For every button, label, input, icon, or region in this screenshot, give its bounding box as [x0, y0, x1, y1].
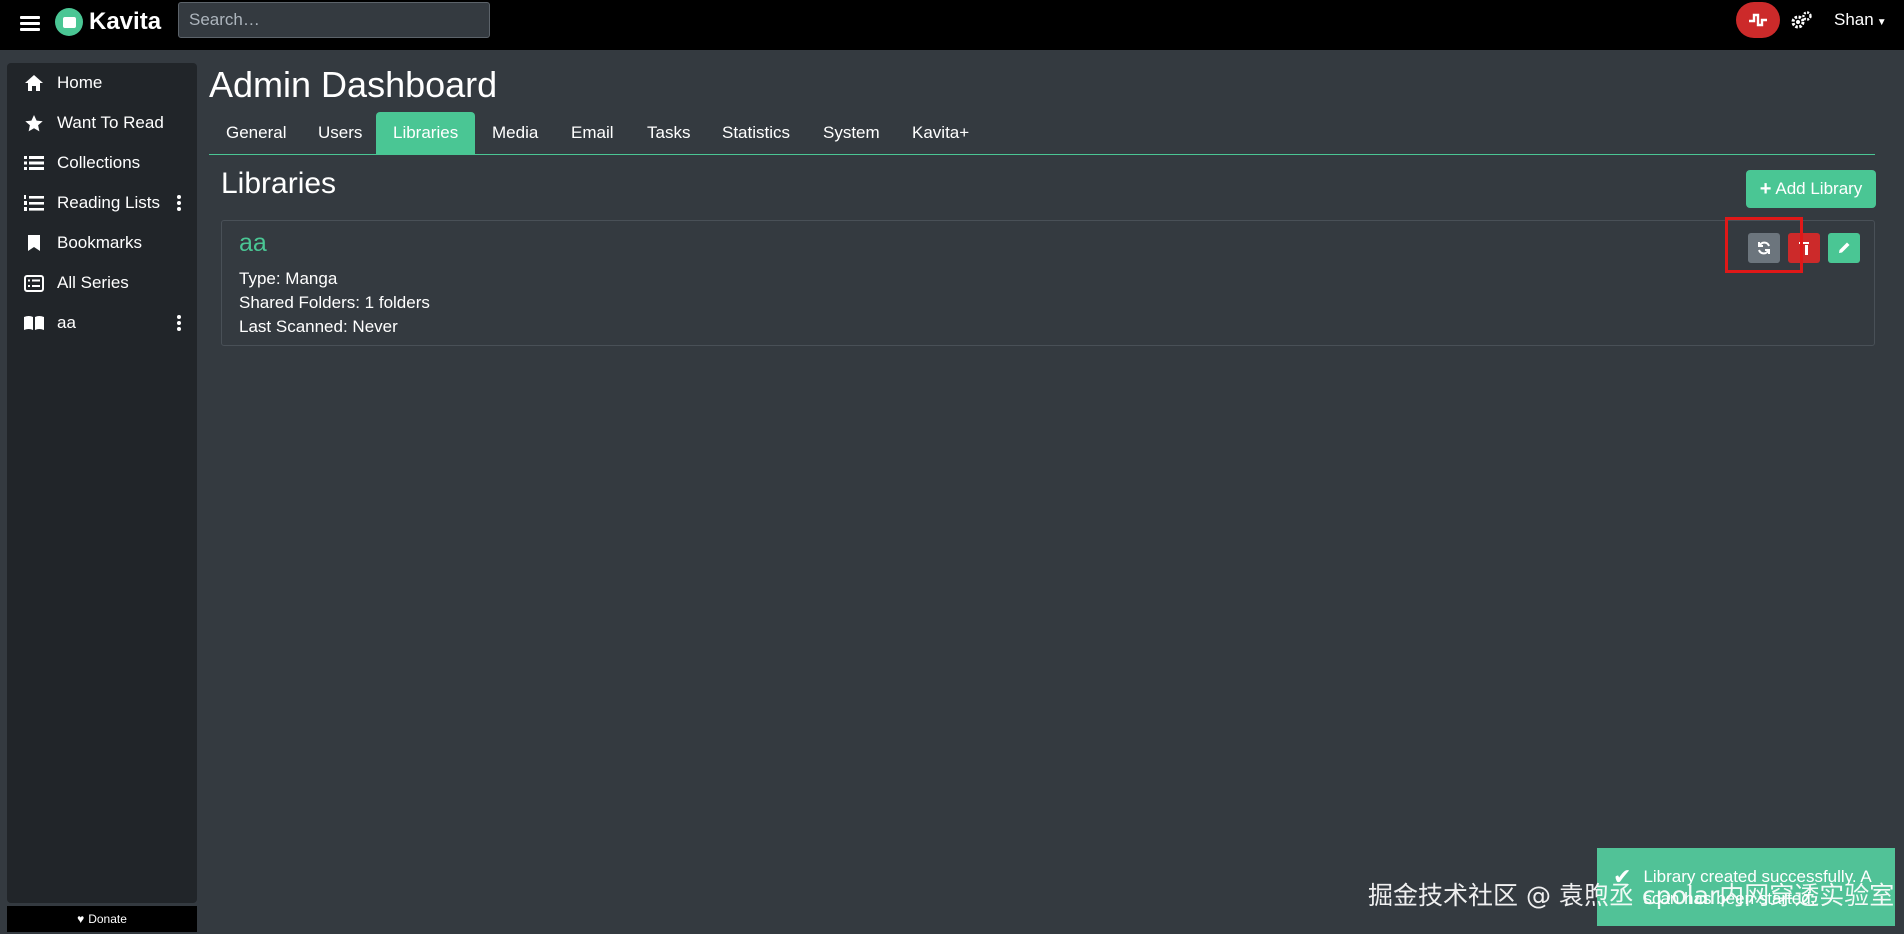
tab-libraries[interactable]: Libraries — [376, 112, 476, 154]
book-open-icon — [21, 315, 47, 331]
sidebar-item-want-to-read[interactable]: Want To Read — [7, 103, 197, 143]
tab-media[interactable]: Media — [475, 112, 555, 154]
sidebar-item-label: Reading Lists — [57, 193, 161, 212]
sidebar-item-bookmarks[interactable]: Bookmarks — [7, 223, 197, 263]
donate-button[interactable]: ♥ Donate — [7, 906, 197, 932]
admin-tabs: General Users Libraries Media Email Task… — [209, 112, 1875, 155]
library-card: aa Type: Manga Shared Folders: 1 folders… — [221, 220, 1875, 346]
user-menu-dropdown[interactable]: Shan ▼ — [1834, 10, 1887, 30]
heart-icon: ♥ — [77, 912, 85, 926]
caret-down-icon: ▼ — [1876, 17, 1887, 28]
list-icon — [21, 155, 47, 171]
page-title: Admin Dashboard — [209, 64, 498, 105]
kavita-logo-icon — [55, 8, 83, 36]
tab-kavita-plus[interactable]: Kavita+ — [895, 112, 986, 154]
add-library-button[interactable]: + Add Library — [1746, 170, 1876, 208]
tab-system[interactable]: System — [806, 112, 897, 154]
pencil-icon — [1839, 242, 1850, 253]
settings-button[interactable] — [1790, 10, 1814, 32]
tab-tasks[interactable]: Tasks — [630, 112, 707, 154]
sidebar-item-all-series[interactable]: All Series — [7, 263, 197, 303]
gears-icon — [1791, 11, 1812, 29]
list-ol-icon — [21, 195, 47, 211]
app-logo[interactable]: Kavita — [55, 8, 161, 36]
home-icon — [21, 74, 47, 92]
plus-icon: + — [1759, 177, 1772, 200]
sidebar-item-home[interactable]: Home — [7, 63, 197, 103]
user-name: Shan — [1834, 10, 1874, 29]
watermark-text: 掘金技术社区 @ 袁煦丞 cpolar内网穿透实验室 — [1368, 881, 1895, 910]
activity-pulse-icon — [1749, 13, 1767, 27]
edit-library-button[interactable] — [1828, 233, 1860, 263]
app-name: Kavita — [89, 8, 162, 35]
library-shared-folders: Shared Folders: 1 folders — [239, 293, 430, 312]
tab-statistics[interactable]: Statistics — [705, 112, 807, 154]
list-alt-icon — [21, 274, 47, 292]
star-icon — [21, 114, 47, 133]
hamburger-menu-icon[interactable] — [20, 13, 40, 33]
annotation-highlight-box — [1725, 217, 1803, 273]
sidebar-item-label: Collections — [57, 153, 141, 172]
sidebar-item-label: All Series — [57, 273, 129, 292]
section-title: Libraries — [221, 167, 337, 200]
kebab-menu-icon[interactable] — [177, 315, 181, 331]
sidebar-item-label: Home — [57, 73, 103, 92]
sidebar-item-label: aa — [57, 313, 76, 332]
sidebar-item-library-aa[interactable]: aa — [7, 303, 197, 343]
top-navbar: Kavita Shan▼ — [0, 0, 1904, 50]
donate-label: Donate — [88, 912, 127, 926]
sidebar-item-label: Want To Read — [57, 113, 164, 132]
tab-general[interactable]: General — [209, 112, 303, 154]
sidebar-item-label: Bookmarks — [57, 233, 143, 252]
search-input[interactable] — [178, 2, 490, 38]
sidebar: Home Want To Read Collections Reading Li… — [7, 63, 197, 903]
library-type: Type: Manga — [239, 269, 338, 288]
sidebar-item-collections[interactable]: Collections — [7, 143, 197, 183]
bookmark-icon — [21, 234, 47, 252]
library-last-scanned: Last Scanned: Never — [239, 317, 398, 336]
kebab-menu-icon[interactable] — [177, 195, 181, 211]
sidebar-item-reading-lists[interactable]: Reading Lists — [7, 183, 197, 223]
activity-button[interactable] — [1736, 2, 1780, 38]
tab-users[interactable]: Users — [301, 112, 379, 154]
add-library-label: Add Library — [1775, 179, 1863, 198]
library-name-link[interactable]: aa — [239, 229, 267, 258]
tab-email[interactable]: Email — [554, 112, 631, 154]
